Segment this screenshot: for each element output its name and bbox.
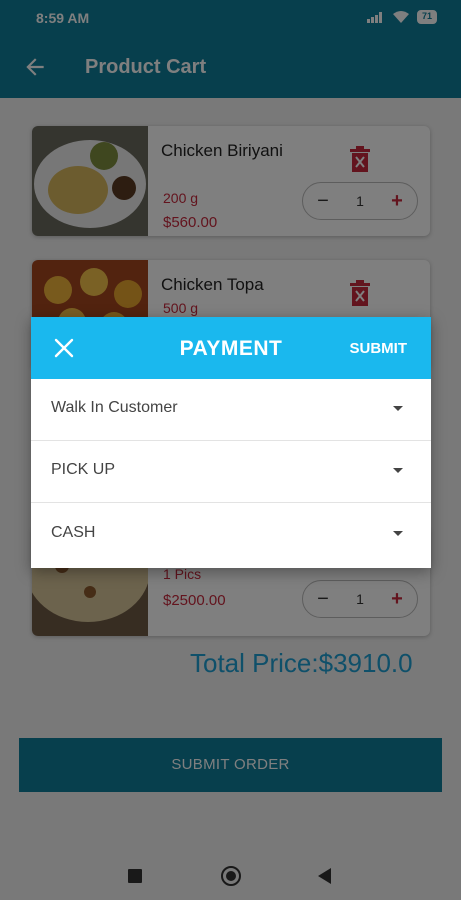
payment-dialog: PAYMENT SUBMIT Walk In Customer PICK UP …	[31, 317, 431, 568]
delivery-type-value: PICK UP	[51, 461, 116, 478]
chevron-down-icon	[393, 468, 403, 473]
dialog-submit-button[interactable]: SUBMIT	[350, 340, 408, 357]
customer-select[interactable]: Walk In Customer	[31, 379, 431, 441]
delivery-type-select[interactable]: PICK UP	[31, 441, 431, 503]
payment-method-value: CASH	[51, 524, 96, 541]
customer-select-value: Walk In Customer	[51, 399, 178, 416]
payment-method-select[interactable]: CASH	[31, 504, 431, 566]
chevron-down-icon	[393, 531, 403, 536]
dialog-header: PAYMENT SUBMIT	[31, 317, 431, 379]
chevron-down-icon	[393, 406, 403, 411]
